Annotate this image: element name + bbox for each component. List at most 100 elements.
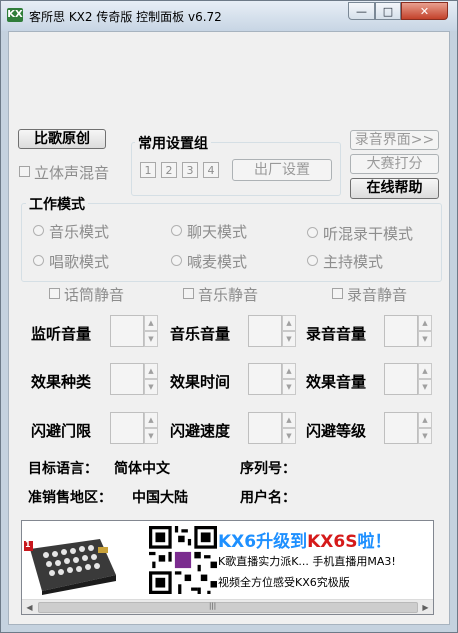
record-mute-checkbox[interactable]	[332, 288, 343, 299]
ducking-level-label: 闪避等级	[306, 422, 367, 440]
listen-mix-record-dry-mode-label: 听混录干模式	[323, 225, 414, 243]
host-mode-label: 主持模式	[323, 253, 384, 271]
app-window: KX 客所思 KX2 传奇版 控制面板 v6.72 — □ ✕ 比歌原创 立体声…	[0, 0, 458, 633]
monitor-volume-label: 监听音量	[31, 325, 92, 343]
spin-up-icon[interactable]: ▲	[282, 315, 296, 331]
spin-down-icon[interactable]: ▼	[418, 428, 432, 444]
sound-card-device-icon	[24, 539, 116, 595]
ducking-level-field[interactable]	[384, 412, 418, 444]
effect-volume-label: 效果音量	[306, 373, 367, 391]
sales-region-value: 中国大陆	[132, 490, 188, 506]
scroll-left-icon[interactable]: ◀	[22, 600, 37, 614]
factory-settings-button[interactable]: 出厂设置	[232, 159, 332, 181]
effect-time-label: 效果时间	[170, 373, 231, 391]
maximize-button[interactable]: □	[375, 2, 401, 20]
ducking-level-spinner[interactable]: ▲ ▼	[384, 412, 432, 444]
mic-mute-checkbox[interactable]	[49, 288, 60, 299]
ad-horizontal-scrollbar[interactable]: ◀ ||| ▶	[22, 599, 433, 614]
qr-code-icon	[149, 526, 217, 594]
spin-up-icon[interactable]: ▲	[418, 315, 432, 331]
mic-mute-label: 话筒静音	[64, 286, 125, 304]
singing-mode-radio[interactable]	[33, 255, 44, 266]
app-logo-icon: KX	[7, 8, 23, 22]
listen-mix-record-dry-mode-radio[interactable]	[307, 227, 318, 238]
ad-badge: 1	[25, 540, 31, 549]
ducking-threshold-label: 闪避门限	[31, 422, 92, 440]
ducking-threshold-spinner[interactable]: ▲ ▼	[110, 412, 158, 444]
ad-text-line-3: 视频全方位感受KX6究极版	[218, 576, 350, 589]
spin-up-icon[interactable]: ▲	[282, 412, 296, 428]
ad-text-line-2: K歌直播实力派K... 手机直播用MA3!	[218, 555, 396, 568]
serial-number-label: 序列号：	[240, 461, 296, 477]
spin-down-icon[interactable]: ▼	[282, 331, 296, 347]
close-button[interactable]: ✕	[401, 2, 448, 20]
record-ui-button[interactable]: 录音界面>>	[350, 130, 439, 150]
spin-down-icon[interactable]: ▼	[144, 331, 158, 347]
preset-3-button[interactable]: 3	[182, 162, 198, 178]
music-volume-spinner[interactable]: ▲ ▼	[248, 315, 296, 347]
target-language-value: 简体中文	[114, 461, 170, 477]
effect-type-spinner[interactable]: ▲ ▼	[110, 363, 158, 395]
target-language-label: 目标语言：	[28, 461, 98, 477]
music-mute-checkbox[interactable]	[183, 288, 194, 299]
spin-up-icon[interactable]: ▲	[282, 363, 296, 379]
spin-down-icon[interactable]: ▼	[418, 379, 432, 395]
scrollbar-thumb[interactable]	[38, 602, 418, 613]
spin-up-icon[interactable]: ▲	[418, 363, 432, 379]
online-help-button[interactable]: 在线帮助	[350, 178, 439, 199]
effect-volume-field[interactable]	[384, 363, 418, 395]
music-mode-label: 音乐模式	[49, 223, 110, 241]
spin-down-icon[interactable]: ▼	[282, 379, 296, 395]
stereo-mix-label: 立体声混音	[34, 164, 110, 182]
monitor-volume-spinner[interactable]: ▲ ▼	[110, 315, 158, 347]
ducking-speed-spinner[interactable]: ▲ ▼	[248, 412, 296, 444]
preset-1-button[interactable]: 1	[140, 162, 156, 178]
spin-up-icon[interactable]: ▲	[418, 412, 432, 428]
spin-up-icon[interactable]: ▲	[144, 315, 158, 331]
minimize-button[interactable]: —	[348, 2, 375, 20]
record-volume-spinner[interactable]: ▲ ▼	[384, 315, 432, 347]
record-volume-label: 录音音量	[306, 325, 367, 343]
username-label: 用户名：	[240, 490, 296, 506]
compare-original-button[interactable]: 比歌原创	[18, 129, 106, 149]
effect-time-field[interactable]	[248, 363, 282, 395]
preset-4-button[interactable]: 4	[203, 162, 219, 178]
preset-2-button[interactable]: 2	[161, 162, 177, 178]
spin-down-icon[interactable]: ▼	[282, 428, 296, 444]
effect-type-field[interactable]	[110, 363, 144, 395]
spin-down-icon[interactable]: ▼	[144, 428, 158, 444]
spin-down-icon[interactable]: ▼	[418, 331, 432, 347]
effect-volume-spinner[interactable]: ▲ ▼	[384, 363, 432, 395]
effect-type-label: 效果种类	[31, 373, 92, 391]
effect-time-spinner[interactable]: ▲ ▼	[248, 363, 296, 395]
music-volume-field[interactable]	[248, 315, 282, 347]
stereo-mix-checkbox[interactable]	[19, 166, 30, 177]
spin-up-icon[interactable]: ▲	[144, 363, 158, 379]
sales-region-label: 准销售地区：	[28, 490, 112, 506]
spin-down-icon[interactable]: ▼	[144, 379, 158, 395]
contest-score-button[interactable]: 大赛打分	[350, 154, 439, 174]
ducking-threshold-field[interactable]	[110, 412, 144, 444]
chat-mode-radio[interactable]	[171, 225, 182, 236]
shout-mic-mode-radio[interactable]	[171, 255, 182, 266]
scroll-grip-icon: |||	[209, 602, 217, 610]
ad-banner[interactable]: 1 KX6升级到KX6S啦！ K歌直播实力派K... 手机直播用MA3! 视频全…	[21, 520, 434, 615]
ad-headline: KX6升级到KX6S啦！	[218, 532, 392, 552]
title-bar: KX 客所思 KX2 传奇版 控制面板 v6.72 — □ ✕	[1, 1, 457, 31]
ducking-speed-label: 闪避速度	[170, 422, 231, 440]
record-volume-field[interactable]	[384, 315, 418, 347]
monitor-volume-field[interactable]	[110, 315, 144, 347]
window-title: 客所思 KX2 传奇版 控制面板 v6.72	[29, 10, 222, 24]
music-mode-radio[interactable]	[33, 225, 44, 236]
scroll-right-icon[interactable]: ▶	[418, 600, 433, 614]
singing-mode-label: 唱歌模式	[49, 253, 110, 271]
spin-up-icon[interactable]: ▲	[144, 412, 158, 428]
ducking-speed-field[interactable]	[248, 412, 282, 444]
work-mode-title: 工作模式	[26, 194, 88, 214]
record-mute-label: 录音静音	[347, 286, 408, 304]
presets-title: 常用设置组	[135, 133, 211, 153]
control-panel: 比歌原创 立体声混音 常用设置组 1 2 3 4 出厂设置 录音界面>> 大赛打…	[8, 31, 450, 625]
music-mute-label: 音乐静音	[198, 286, 259, 304]
host-mode-radio[interactable]	[307, 255, 318, 266]
shout-mic-mode-label: 喊麦模式	[187, 253, 248, 271]
